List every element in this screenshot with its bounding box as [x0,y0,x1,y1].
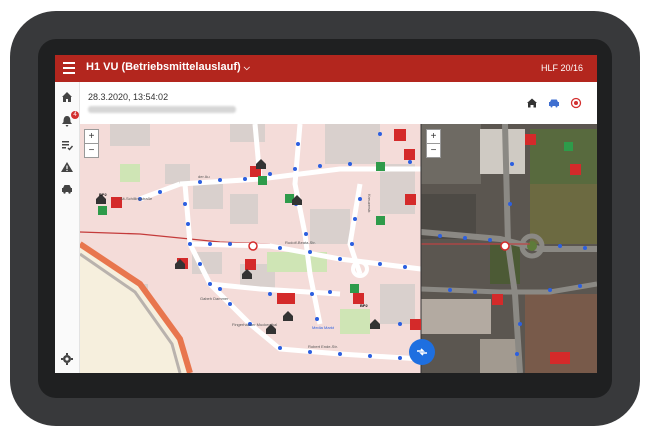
incident-title-text: H1 VU (Betriebsmittelauslauf) [86,61,241,73]
place-label: Media Markt [312,325,335,330]
fire-marker[interactable] [245,259,256,270]
fire-marker[interactable] [404,149,415,160]
fire-marker[interactable] [550,352,570,364]
redacted-address [88,106,236,113]
street-label: Gabeh Dammer [200,296,229,301]
fire-marker[interactable] [405,194,416,205]
alarm-button[interactable]: 4 [60,111,79,128]
warning-icon[interactable] [60,160,74,174]
incident-header: 28.3.2020, 13:54:02 [80,82,597,124]
checklist-icon[interactable] [60,138,74,152]
marker-label: BP2 [99,192,108,197]
fire-marker[interactable] [525,134,536,145]
street-label: Alt-Schillingstraße [120,196,153,201]
zoom-in-button[interactable]: + [84,129,99,144]
gear-icon[interactable] [60,352,74,366]
incident-location-marker[interactable] [500,241,510,251]
app-screen: H1 VU (Betriebsmittelauslauf) ⌵ HLF 20/1… [55,55,597,373]
zoom-in-button-satellite[interactable]: + [426,129,441,144]
info-marker[interactable] [394,129,406,141]
split-view-toggle-button[interactable] [409,339,435,365]
park [340,309,370,334]
target-icon[interactable] [570,97,582,109]
fire-marker[interactable] [410,319,421,330]
fire-marker[interactable] [570,164,581,175]
incident-location-marker[interactable] [248,241,258,251]
zoom-out-button[interactable]: − [84,143,99,158]
menu-icon[interactable] [63,62,75,74]
street-label: Robert Ende-Str. [308,344,338,349]
fire-marker[interactable] [277,293,295,304]
park [120,164,140,182]
vehicle-name: HLF 20/16 [540,63,583,73]
zoom-out-button-satellite[interactable]: − [426,143,441,158]
incident-timestamp: 28.3.2020, 13:54:02 [88,92,169,102]
street-label: der Au [198,174,210,179]
vehicle-icon[interactable] [60,182,74,196]
map-canvas[interactable]: der Au Rudolf-Beata-Str. Gabeh Dammer Fi… [80,124,597,373]
fire-marker[interactable] [492,294,503,305]
street-label: Rudolf-Beata-Str. [285,240,316,245]
alarm-count-badge: 4 [71,111,79,119]
sidebar: 4 [55,82,80,373]
marker-label: BP2 [360,303,369,308]
incident-title[interactable]: H1 VU (Betriebsmittelauslauf) ⌵ [86,61,250,73]
chevron-down-icon: ⌵ [243,63,250,72]
place-label: Fingerhäuser Muckenthal [232,322,277,327]
map-view[interactable]: der Au Rudolf-Beata-Str. Gabeh Dammer Fi… [80,124,597,373]
home-icon[interactable] [526,97,538,109]
swap-arrows-icon [417,348,427,356]
street-label: Kreuzerstr. [367,194,372,213]
car-icon[interactable] [548,97,560,109]
app-bar: H1 VU (Betriebsmittelauslauf) ⌵ HLF 20/1… [55,55,597,82]
home-icon[interactable] [60,90,74,104]
